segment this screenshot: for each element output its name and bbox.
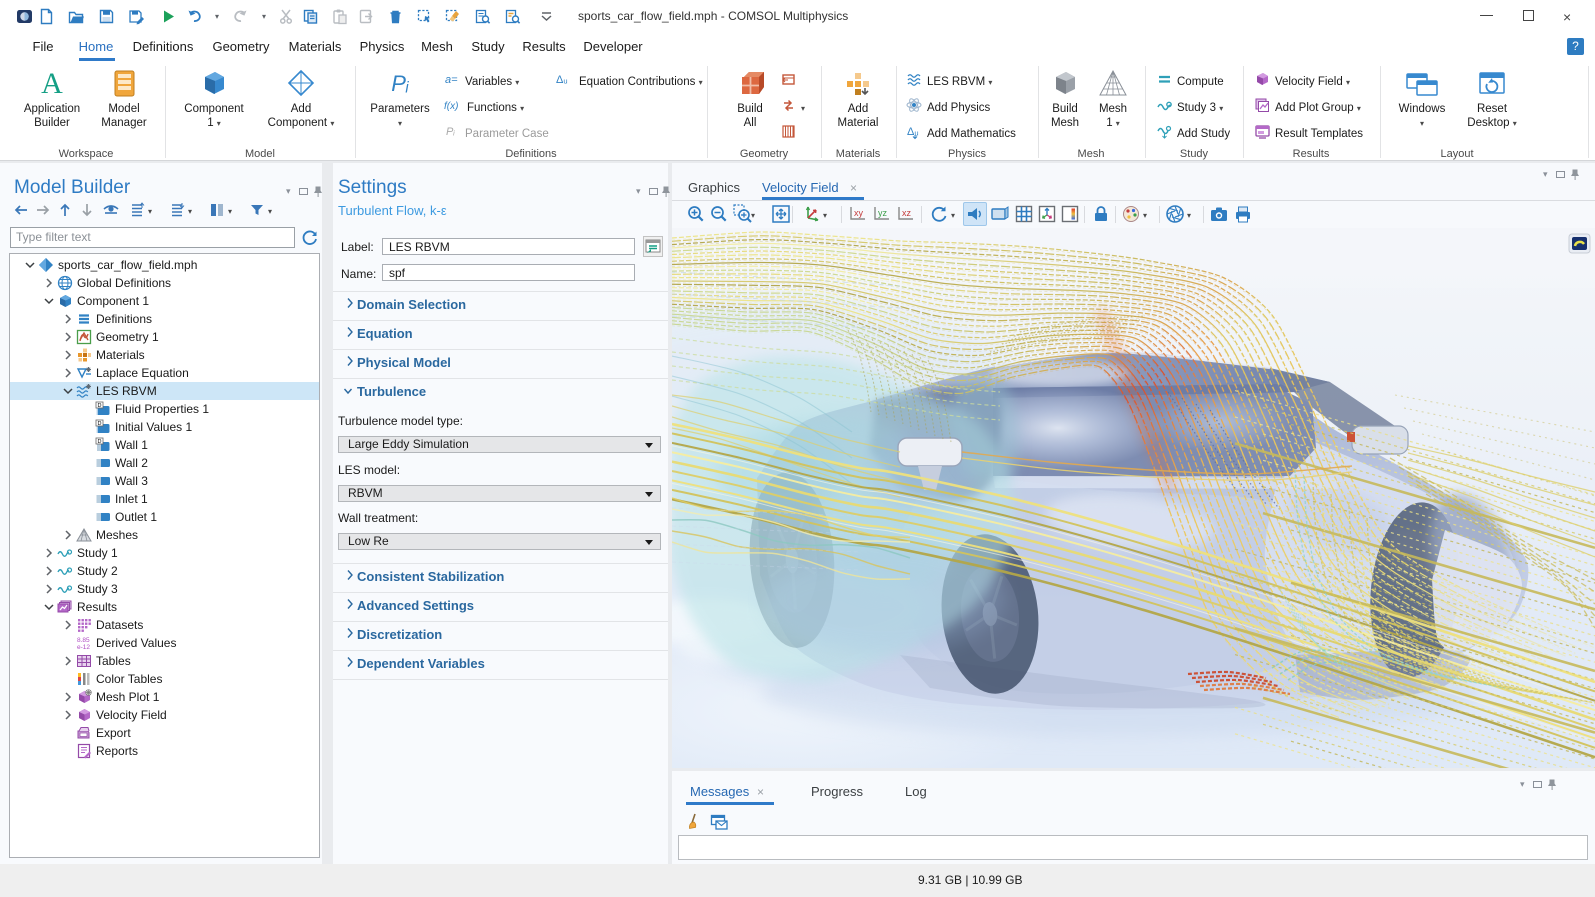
svg-text:Δᵤ: Δᵤ [907,126,919,138]
svg-text:Pᵢ: Pᵢ [391,71,409,96]
svg-text:D: D [98,439,102,445]
svg-text:xy: xy [854,208,864,218]
svg-text:D: D [98,421,102,427]
svg-text:e-12: e-12 [77,644,90,651]
svg-text:D: D [98,403,102,409]
svg-text:A: A [41,68,63,98]
svg-text:8.85: 8.85 [77,637,90,644]
svg-text:Pᵢ: Pᵢ [446,126,455,138]
svg-text:yz: yz [878,208,888,218]
svg-text:xz: xz [902,208,912,218]
svg-text:f(x): f(x) [444,101,458,112]
svg-text:Δᵤ: Δᵤ [556,74,568,86]
svg-text:a=: a= [445,74,458,86]
